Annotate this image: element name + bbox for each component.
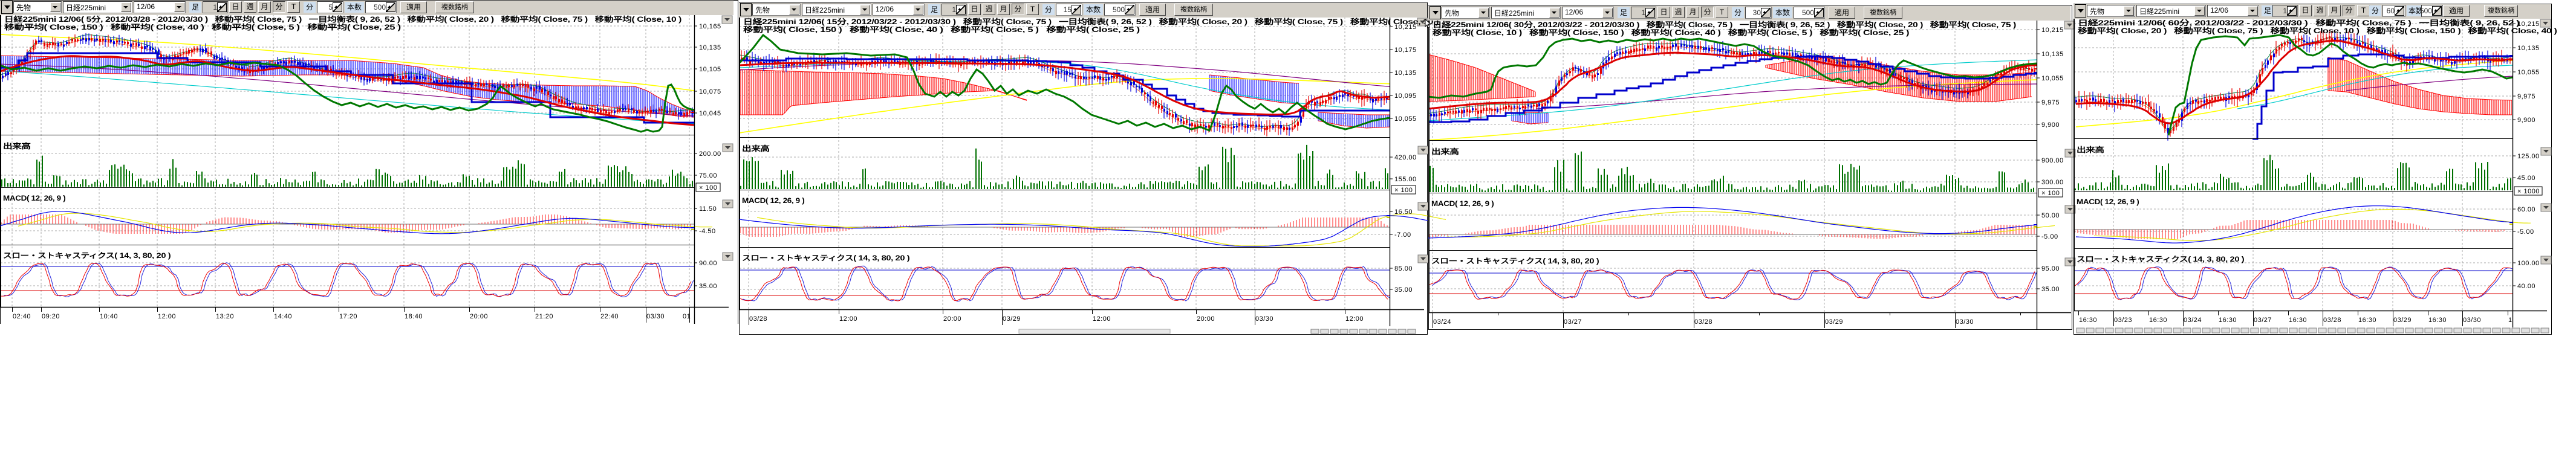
svg-text:03/30: 03/30 <box>1255 315 1273 323</box>
svg-text:9,975: 9,975 <box>2041 99 2060 106</box>
svg-text:16:30: 16:30 <box>2219 317 2237 324</box>
svg-text:03/30: 03/30 <box>1956 318 1974 326</box>
svg-text:14:40: 14:40 <box>274 313 292 320</box>
svg-text:02:40: 02:40 <box>13 313 31 320</box>
svg-text:17:20: 17:20 <box>339 313 357 320</box>
svg-text:300.00: 300.00 <box>2041 179 2064 186</box>
svg-text:-5.00: -5.00 <box>2041 233 2058 240</box>
svg-text:10:40: 10:40 <box>100 313 118 320</box>
svg-text:20:00: 20:00 <box>1197 315 1215 323</box>
svg-text:16:30: 16:30 <box>2149 317 2167 324</box>
svg-text:50.00: 50.00 <box>2041 212 2060 219</box>
svg-text:40.00: 40.00 <box>2517 283 2535 290</box>
svg-text:03/27: 03/27 <box>2254 317 2272 324</box>
svg-text:× 100: × 100 <box>2041 190 2060 197</box>
svg-text:03/28: 03/28 <box>749 315 767 323</box>
svg-text:16:30: 16:30 <box>2428 317 2447 324</box>
svg-text:90.00: 90.00 <box>699 260 717 267</box>
svg-text:-4.50: -4.50 <box>699 228 716 235</box>
svg-text:10,105: 10,105 <box>699 66 721 73</box>
svg-text:10,135: 10,135 <box>2041 51 2064 58</box>
svg-text:75.00: 75.00 <box>699 172 717 179</box>
svg-text:22:40: 22:40 <box>600 313 619 320</box>
svg-text:03/29: 03/29 <box>1825 318 1843 326</box>
svg-text:10,135: 10,135 <box>1394 69 1417 77</box>
svg-text:20:00: 20:00 <box>470 313 488 320</box>
svg-text:10,135: 10,135 <box>699 44 721 51</box>
svg-text:03/24: 03/24 <box>2184 317 2202 324</box>
svg-text:03/28: 03/28 <box>2323 317 2341 324</box>
svg-text:16.50: 16.50 <box>1394 208 1413 216</box>
svg-text:03/30: 03/30 <box>646 313 665 320</box>
svg-text:12:00: 12:00 <box>839 315 857 323</box>
svg-text:10,095: 10,095 <box>1394 92 1417 100</box>
svg-text:16:30: 16:30 <box>2079 317 2097 324</box>
svg-text:10,135: 10,135 <box>2517 45 2540 52</box>
svg-text:1: 1 <box>2508 317 2513 324</box>
svg-text:10,055: 10,055 <box>1394 115 1417 123</box>
svg-text:03/28: 03/28 <box>1694 318 1712 326</box>
svg-text:35.00: 35.00 <box>2041 286 2060 293</box>
svg-text:× 100: × 100 <box>699 184 717 192</box>
svg-text:03/30: 03/30 <box>2463 317 2481 324</box>
svg-text:20:00: 20:00 <box>943 315 961 323</box>
svg-text:03/24: 03/24 <box>1433 318 1451 326</box>
svg-text:125.00: 125.00 <box>2517 153 2540 160</box>
svg-text:60.00: 60.00 <box>2517 206 2535 213</box>
svg-text:200.00: 200.00 <box>699 150 721 158</box>
svg-text:95.00: 95.00 <box>2041 265 2060 272</box>
svg-text:13:20: 13:20 <box>216 313 234 320</box>
svg-text:9,900: 9,900 <box>2517 117 2535 124</box>
svg-text:11.50: 11.50 <box>699 205 717 213</box>
svg-text:03/29: 03/29 <box>2393 317 2412 324</box>
svg-text:10,165: 10,165 <box>699 23 721 30</box>
svg-text:9,975: 9,975 <box>2517 93 2535 100</box>
svg-text:-5.00: -5.00 <box>2517 228 2534 236</box>
svg-text:10,075: 10,075 <box>699 88 721 95</box>
svg-text:16:30: 16:30 <box>2289 317 2307 324</box>
svg-text:× 100: × 100 <box>1394 187 1413 194</box>
svg-text:12:00: 12:00 <box>158 313 176 320</box>
svg-text:03/23: 03/23 <box>2114 317 2132 324</box>
svg-text:01: 01 <box>683 313 691 320</box>
svg-text:420.00: 420.00 <box>1394 154 1417 161</box>
svg-text:03/27: 03/27 <box>1564 318 1582 326</box>
svg-text:10,175: 10,175 <box>1394 47 1417 54</box>
svg-text:10,045: 10,045 <box>699 110 721 117</box>
svg-text:12:00: 12:00 <box>1093 315 1111 323</box>
svg-text:21:20: 21:20 <box>535 313 553 320</box>
svg-text:45.00: 45.00 <box>2517 175 2535 182</box>
svg-text:09:20: 09:20 <box>42 313 60 320</box>
svg-text:100.00: 100.00 <box>2517 260 2540 267</box>
svg-text:35.00: 35.00 <box>699 283 717 290</box>
svg-text:10,055: 10,055 <box>2517 69 2540 76</box>
svg-text:12:00: 12:00 <box>1345 315 1364 323</box>
svg-text:× 1000: × 1000 <box>2517 188 2540 195</box>
svg-text:35.00: 35.00 <box>1394 286 1413 294</box>
svg-text:9,900: 9,900 <box>2041 121 2060 129</box>
svg-text:18:40: 18:40 <box>405 313 423 320</box>
svg-text:155.00: 155.00 <box>1394 176 1417 183</box>
svg-text:10,055: 10,055 <box>2041 75 2064 82</box>
svg-text:900.00: 900.00 <box>2041 157 2064 164</box>
svg-text:10,215: 10,215 <box>2041 27 2064 34</box>
svg-text:16:30: 16:30 <box>2358 317 2376 324</box>
svg-text:-7.00: -7.00 <box>1394 231 1411 239</box>
svg-text:85.00: 85.00 <box>1394 265 1413 272</box>
svg-text:03/29: 03/29 <box>1003 315 1021 323</box>
